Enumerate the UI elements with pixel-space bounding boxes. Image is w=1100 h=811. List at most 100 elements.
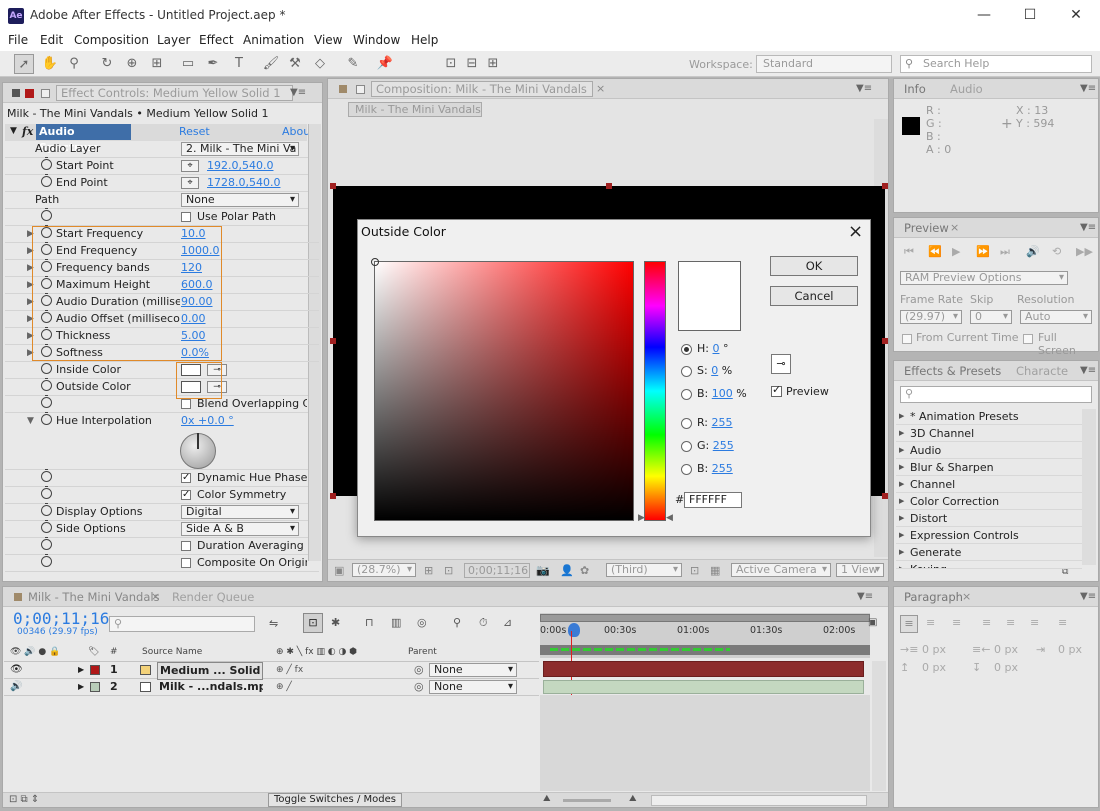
crosshair-icon[interactable]: ⌖ [181,160,199,172]
eyedropper-icon[interactable]: ⊸ [771,354,791,374]
tab-menu-icon[interactable]: ▼≡ [1080,591,1096,602]
audio-icon[interactable]: 🔊 [1026,245,1040,258]
cancel-button[interactable]: Cancel [770,286,858,306]
tab-preview[interactable]: Preview [904,218,949,238]
layer-switches-icons[interactable]: ⊕ ╱ [276,679,292,695]
justify-right-icon[interactable]: ≡ [1030,616,1039,629]
ok-button[interactable]: OK [770,256,858,276]
mask-icon[interactable]: ⊡ [444,564,453,577]
frame-rate-dropdown[interactable]: (29.97) [900,310,962,324]
view-axis-icon[interactable]: ⊞ [483,54,503,74]
type-tool-icon[interactable]: T [229,54,249,74]
tab-menu-icon[interactable]: ▼≡ [1080,83,1096,94]
expand-toggle-icon[interactable]: ▶ [78,662,84,678]
hex-input[interactable]: FFFFFF [684,492,742,508]
auto-keyframe-icon[interactable]: ⚲ [453,616,461,629]
audio-layer-dropdown[interactable]: 2. Milk - The Mini Va [181,142,299,156]
layer-name[interactable]: Medium ... Solid 1 [157,662,263,680]
effects-search-input[interactable]: ⚲ [900,386,1092,403]
layer-handle[interactable] [606,183,612,189]
timeline-search-input[interactable]: ⚲ [109,616,255,632]
rectangle-tool-icon[interactable]: ▭ [178,54,198,74]
about-link[interactable]: Abou [282,125,310,138]
effects-category-item[interactable]: Expression Controls [896,527,1082,544]
saturation-value[interactable]: 0 [711,364,718,377]
play-icon[interactable]: ▶ [952,245,960,258]
effects-category-item[interactable]: * Animation Presets [896,408,1082,425]
color-symmetry-checkbox[interactable] [181,487,191,503]
frame-blending-icon[interactable]: ⊓ [365,616,374,629]
minimize-icon[interactable]: — [961,2,1007,28]
menu-edit[interactable]: Edit [40,33,63,47]
justify-center-icon[interactable]: ≡ [1006,616,1015,629]
zoom-out-icon[interactable]: ⛰ [543,794,551,804]
show-snapshot-icon[interactable]: 👤 [560,564,574,577]
stopwatch-icon[interactable] [41,537,52,550]
brightness-radio[interactable] [681,389,692,400]
time-ruler[interactable]: 0:00s 00:30s 01:00s 01:30s 02:00s [540,613,870,658]
hue-radio[interactable] [681,344,692,355]
tab-menu-icon[interactable]: ▼≡ [1080,365,1096,376]
blend-overlapping-checkbox[interactable] [181,399,191,409]
comp-button-icon[interactable]: ▣ [868,617,877,628]
effects-category-item[interactable]: Blur & Sharpen [896,459,1082,476]
eraser-tool-icon[interactable]: ◇ [310,54,330,74]
stopwatch-icon[interactable] [41,378,52,391]
effects-scrollbar[interactable] [1082,409,1096,565]
collapse-toggle-icon[interactable]: ▼ [27,413,34,429]
loop-icon[interactable]: ⟲ [1052,245,1061,258]
from-current-time-checkbox[interactable] [902,334,912,344]
layer-handle[interactable] [330,183,336,189]
zoom-dropdown[interactable]: (28.7%) [352,563,416,577]
toggle-switches-button[interactable]: Toggle Switches / Modes [268,793,402,807]
stopwatch-icon[interactable] [41,520,52,533]
tab-character[interactable]: Characte [1016,361,1068,381]
effects-category-item[interactable]: Generate [896,544,1082,561]
brush-tool-icon[interactable]: 🖌 [261,54,281,74]
stopwatch-icon[interactable] [41,486,52,499]
lock-icon[interactable] [41,89,50,98]
pickwhip-icon[interactable]: ◎ [414,679,424,695]
camera-dropdown[interactable]: Active Camera [731,563,831,577]
ram-preview-icon[interactable]: ▶▶ [1076,245,1093,258]
tab-paragraph[interactable]: Paragraph [904,587,963,607]
timeline-options-icons[interactable]: ⊡ ⧉ ⇕ [9,794,39,805]
timeline-empty-area[interactable] [540,695,870,791]
effects-category-item[interactable]: 3D Channel [896,425,1082,442]
layer-switches-icons[interactable]: ⊕ ╱ fx [276,662,303,678]
effects-category-item[interactable]: Audio [896,442,1082,459]
channel-icon[interactable]: ✿ [580,564,589,577]
side-options-dropdown[interactable]: Side A & B [181,522,299,536]
effects-category-item[interactable]: Distort [896,510,1082,527]
stopwatch-icon[interactable] [41,361,52,374]
tab-info[interactable]: Info [904,79,926,99]
horizontal-scrollbar[interactable] [651,795,867,806]
saturation-brightness-field[interactable] [371,258,634,521]
always-preview-icon[interactable]: ▣ [334,564,344,577]
full-screen-checkbox[interactable] [1023,334,1033,344]
red-value[interactable]: 255 [712,416,733,429]
tab-effect-controls[interactable]: Effect Controls: Medium Yellow Solid 1 [56,85,293,101]
hue-arrow-right-icon[interactable]: ◀ [666,513,673,523]
roto-brush-tool-icon[interactable]: ✎ [343,54,363,74]
workspace-select[interactable]: Standard [756,55,892,73]
fx-icon[interactable]: fx [22,125,33,138]
resolution-dropdown[interactable]: (Third) [606,563,682,577]
space-after-value[interactable]: 0 px [994,661,1018,674]
hue-slider[interactable] [644,261,666,521]
stopwatch-icon[interactable] [41,469,52,482]
roi-icon[interactable]: ⊡ [690,564,699,577]
audio-icon[interactable]: 🔊 [10,679,22,695]
menu-effect[interactable]: Effect [199,33,234,47]
zoom-in-icon[interactable]: ⛰ [629,794,637,804]
tab-menu-icon[interactable]: ▼≡ [857,591,873,602]
reset-link[interactable]: Reset [179,125,210,138]
layer-handle[interactable] [882,338,888,344]
layer-handle[interactable] [882,183,888,189]
dynamic-hue-phase-checkbox[interactable] [181,470,191,486]
composite-on-original-checkbox[interactable] [181,558,191,568]
last-frame-icon[interactable]: ⏭ [1000,245,1010,259]
snapshot-icon[interactable]: 📷 [536,564,550,577]
timeline-scrollbar[interactable] [872,661,886,791]
justify-left-icon[interactable]: ≡ [982,616,991,629]
